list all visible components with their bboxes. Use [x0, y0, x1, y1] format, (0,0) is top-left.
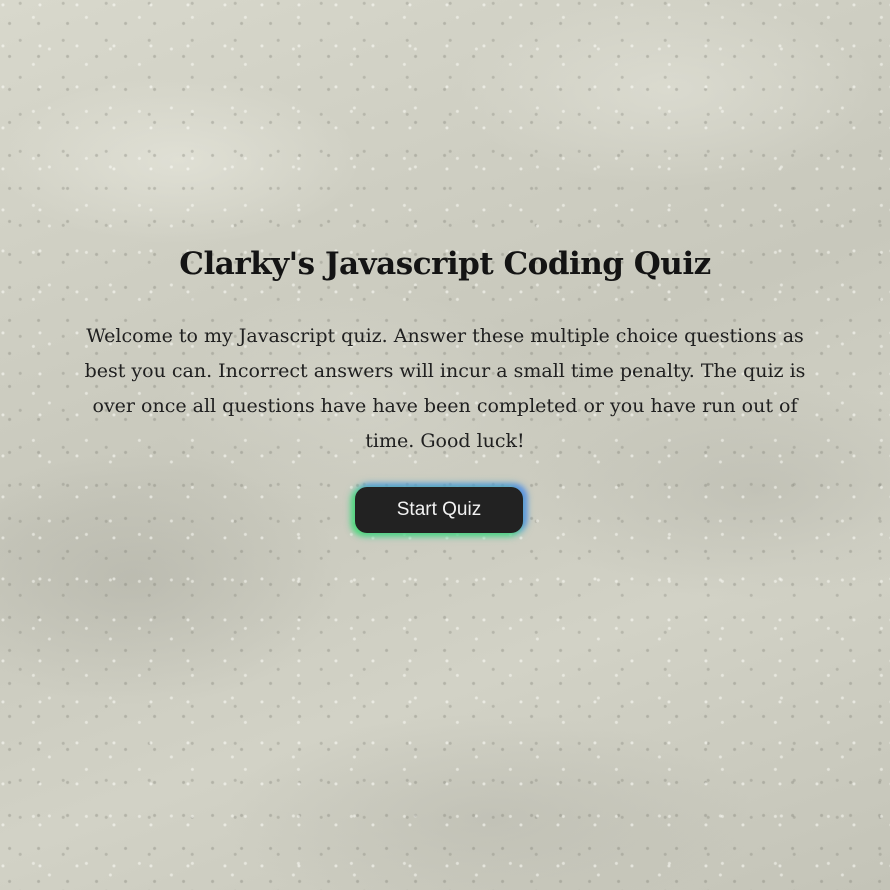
- start-quiz-button[interactable]: Start Quiz: [355, 487, 523, 533]
- quiz-description: Welcome to my Javascript quiz. Answer th…: [84, 325, 806, 452]
- page-title: Clarky's Javascript Coding Quiz: [179, 246, 711, 282]
